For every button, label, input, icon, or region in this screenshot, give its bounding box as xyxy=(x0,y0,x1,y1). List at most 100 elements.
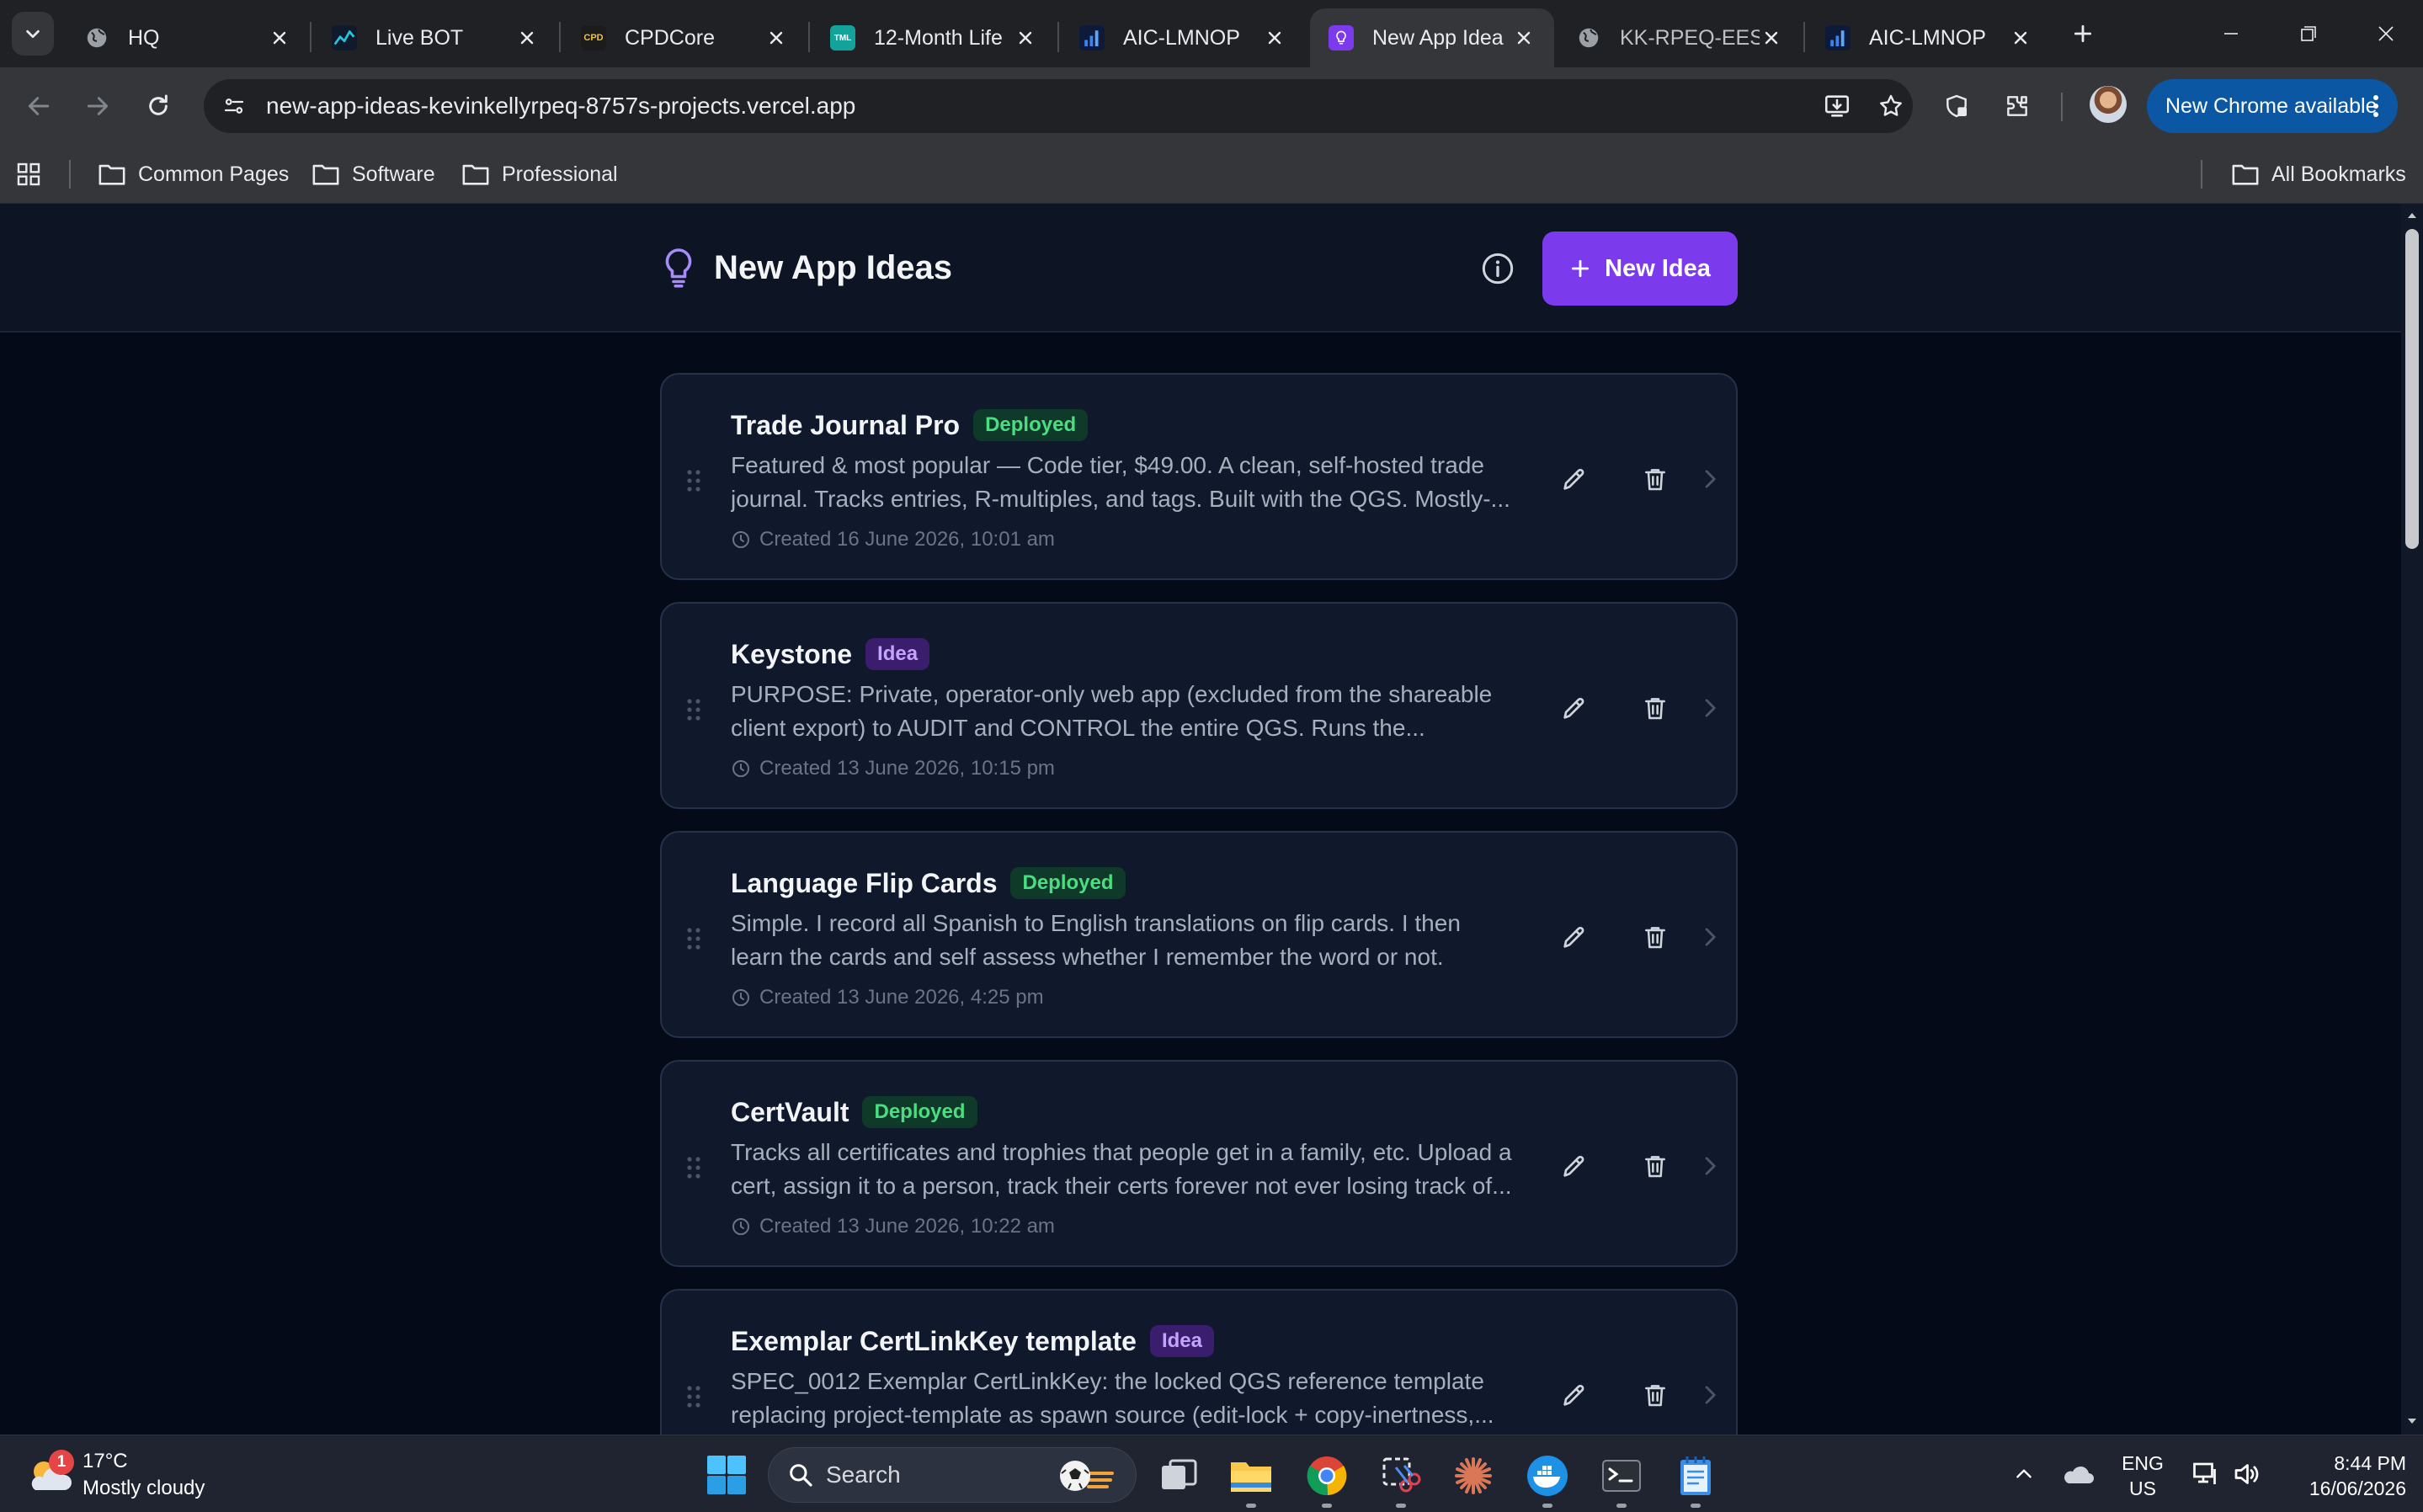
idea-card[interactable]: CertVault Deployed Tracks all certificat… xyxy=(660,1060,1738,1267)
close-tab-icon[interactable] xyxy=(764,26,788,50)
delete-button[interactable] xyxy=(1635,688,1675,728)
delete-button[interactable] xyxy=(1635,1146,1675,1186)
chevron-right-icon[interactable] xyxy=(1697,695,1723,721)
close-window-button[interactable] xyxy=(2362,12,2410,56)
running-indicator xyxy=(1616,1504,1627,1508)
idea-card[interactable]: Keystone Idea PURPOSE: Private, operator… xyxy=(660,602,1738,809)
minimize-window-button[interactable] xyxy=(2207,12,2255,56)
scroll-up-icon[interactable] xyxy=(2405,209,2419,222)
edit-button[interactable] xyxy=(1554,688,1595,728)
back-button[interactable] xyxy=(19,86,59,126)
chevron-up-icon[interactable] xyxy=(2007,1457,2041,1491)
docker-icon[interactable] xyxy=(1524,1452,1571,1508)
delete-button[interactable] xyxy=(1635,1375,1675,1415)
restore-window-button[interactable] xyxy=(2285,12,2332,56)
install-app-icon[interactable] xyxy=(1817,86,1857,126)
bookmark-folder-software[interactable]: Software xyxy=(312,157,435,192)
drag-handle-icon[interactable] xyxy=(685,697,702,722)
bookmark-folder-common-pages[interactable]: Common Pages xyxy=(98,157,289,192)
address-bar[interactable]: new-app-ideas-kevinkellyrpeq-8757s-proje… xyxy=(204,79,1913,133)
new-idea-button[interactable]: New Idea xyxy=(1542,232,1738,306)
snipping-tool-icon[interactable] xyxy=(1377,1452,1425,1508)
new-chrome-available-button[interactable]: New Chrome available xyxy=(2147,79,2398,133)
idea-card[interactable]: Trade Journal Pro Deployed Featured & mo… xyxy=(660,373,1738,580)
lightbulb-favicon-icon xyxy=(1329,25,1354,51)
tab-kk-rpeq-eess[interactable]: KK-RPEQ-EESS xyxy=(1558,8,1802,67)
tab-separator xyxy=(808,22,810,52)
close-tab-icon[interactable] xyxy=(515,26,539,50)
all-bookmarks-button[interactable]: All Bookmarks xyxy=(2231,157,2406,192)
close-tab-icon[interactable] xyxy=(1263,26,1286,50)
clock-date: 16/06/2026 xyxy=(2309,1477,2406,1499)
tab-search-button[interactable] xyxy=(12,12,54,56)
idea-card[interactable]: Exemplar CertLinkKey template Idea SPEC_… xyxy=(660,1289,1738,1435)
edit-button[interactable] xyxy=(1554,459,1595,499)
scrollbar-thumb[interactable] xyxy=(2405,229,2419,549)
close-tab-icon[interactable] xyxy=(268,26,291,50)
delete-button[interactable] xyxy=(1635,917,1675,957)
taskbar-search[interactable]: Search xyxy=(768,1447,1137,1503)
system-clock[interactable]: 8:44 PM 16/06/2026 xyxy=(2273,1451,2406,1501)
drag-handle-icon[interactable] xyxy=(685,468,702,493)
chevron-right-icon[interactable] xyxy=(1697,924,1723,950)
bookmark-star-icon[interactable] xyxy=(1871,86,1911,126)
idea-created-date: Created 16 June 2026, 10:01 am xyxy=(731,526,1055,553)
scroll-down-icon[interactable] xyxy=(2405,1414,2419,1428)
info-button[interactable] xyxy=(1477,248,1519,290)
tab-12-month-life[interactable]: TML 12-Month Life xyxy=(812,8,1056,67)
close-tab-icon[interactable] xyxy=(2009,26,2032,50)
chevron-right-icon[interactable] xyxy=(1697,1153,1723,1179)
file-explorer-icon[interactable] xyxy=(1227,1452,1275,1508)
tab-cpdcore[interactable]: CPD CPDCore xyxy=(562,8,807,67)
drag-handle-icon[interactable] xyxy=(685,1384,702,1409)
browser-tab-strip: HQ Live BOT CPD CPDCore TML 12-Month Lif… xyxy=(0,0,2423,67)
region-code: US xyxy=(2129,1477,2156,1499)
idea-name-row: CertVault Deployed xyxy=(731,1094,977,1131)
site-settings-icon[interactable] xyxy=(216,88,253,125)
onedrive-cloud-icon[interactable] xyxy=(2061,1457,2095,1491)
close-tab-icon[interactable] xyxy=(1760,26,1783,50)
apps-grid-button[interactable] xyxy=(15,157,54,192)
tab-aic-lmnop[interactable]: AIC-LMNOP xyxy=(1061,8,1305,67)
chevron-right-icon[interactable] xyxy=(1697,466,1723,492)
forward-button[interactable] xyxy=(77,86,118,126)
pencil-icon xyxy=(1563,1155,1584,1177)
speaker-icon[interactable] xyxy=(2229,1457,2263,1491)
pencil-icon xyxy=(1563,1384,1584,1406)
edit-button[interactable] xyxy=(1554,1375,1595,1415)
terminal-icon[interactable] xyxy=(1598,1452,1645,1508)
profile-avatar[interactable] xyxy=(2090,86,2127,123)
delete-button[interactable] xyxy=(1635,459,1675,499)
idea-description: Simple. I record all Spanish to English … xyxy=(731,910,1461,970)
edit-button[interactable] xyxy=(1554,1146,1595,1186)
app-page: New App Ideas New Idea Trade Journal Pro… xyxy=(0,204,2401,1435)
bookmark-folder-professional[interactable]: Professional xyxy=(461,157,618,192)
running-indicator xyxy=(1691,1504,1701,1508)
reload-button[interactable] xyxy=(138,86,178,126)
tab-new-app-ideas[interactable]: New App Idea xyxy=(1310,8,1554,67)
tab-hq[interactable]: HQ xyxy=(66,8,310,67)
apps-grid-icon xyxy=(17,162,40,186)
tab-live-bot[interactable]: Live BOT xyxy=(313,8,557,67)
extensions-puzzle-icon[interactable] xyxy=(1997,86,2037,126)
task-view-icon[interactable] xyxy=(1155,1452,1202,1499)
new-tab-button[interactable] xyxy=(2064,15,2101,52)
chevron-right-icon[interactable] xyxy=(1697,1382,1723,1408)
windows-start-icon[interactable] xyxy=(706,1454,748,1496)
close-tab-icon[interactable] xyxy=(1014,26,1037,50)
page-scrollbar[interactable] xyxy=(2401,204,2423,1435)
claude-sparkle-icon[interactable] xyxy=(1450,1452,1497,1499)
network-icon[interactable] xyxy=(2189,1457,2223,1491)
notepad-icon[interactable] xyxy=(1672,1452,1719,1508)
chrome-icon[interactable] xyxy=(1303,1452,1350,1508)
drag-handle-icon[interactable] xyxy=(685,1155,702,1180)
tab-aic-lmnop-2[interactable]: AIC-LMNOP xyxy=(1807,8,2051,67)
edit-button[interactable] xyxy=(1554,917,1595,957)
close-tab-icon[interactable] xyxy=(1512,26,1536,50)
extension-shield-icon[interactable] xyxy=(1936,86,1977,126)
weather-widget[interactable]: 1 17°C Mostly cloudy xyxy=(25,1445,205,1504)
clock-icon xyxy=(732,1218,749,1235)
drag-handle-icon[interactable] xyxy=(685,926,702,951)
language-indicator[interactable]: ENG US xyxy=(2122,1451,2164,1501)
idea-card[interactable]: Language Flip Cards Deployed Simple. I r… xyxy=(660,831,1738,1038)
